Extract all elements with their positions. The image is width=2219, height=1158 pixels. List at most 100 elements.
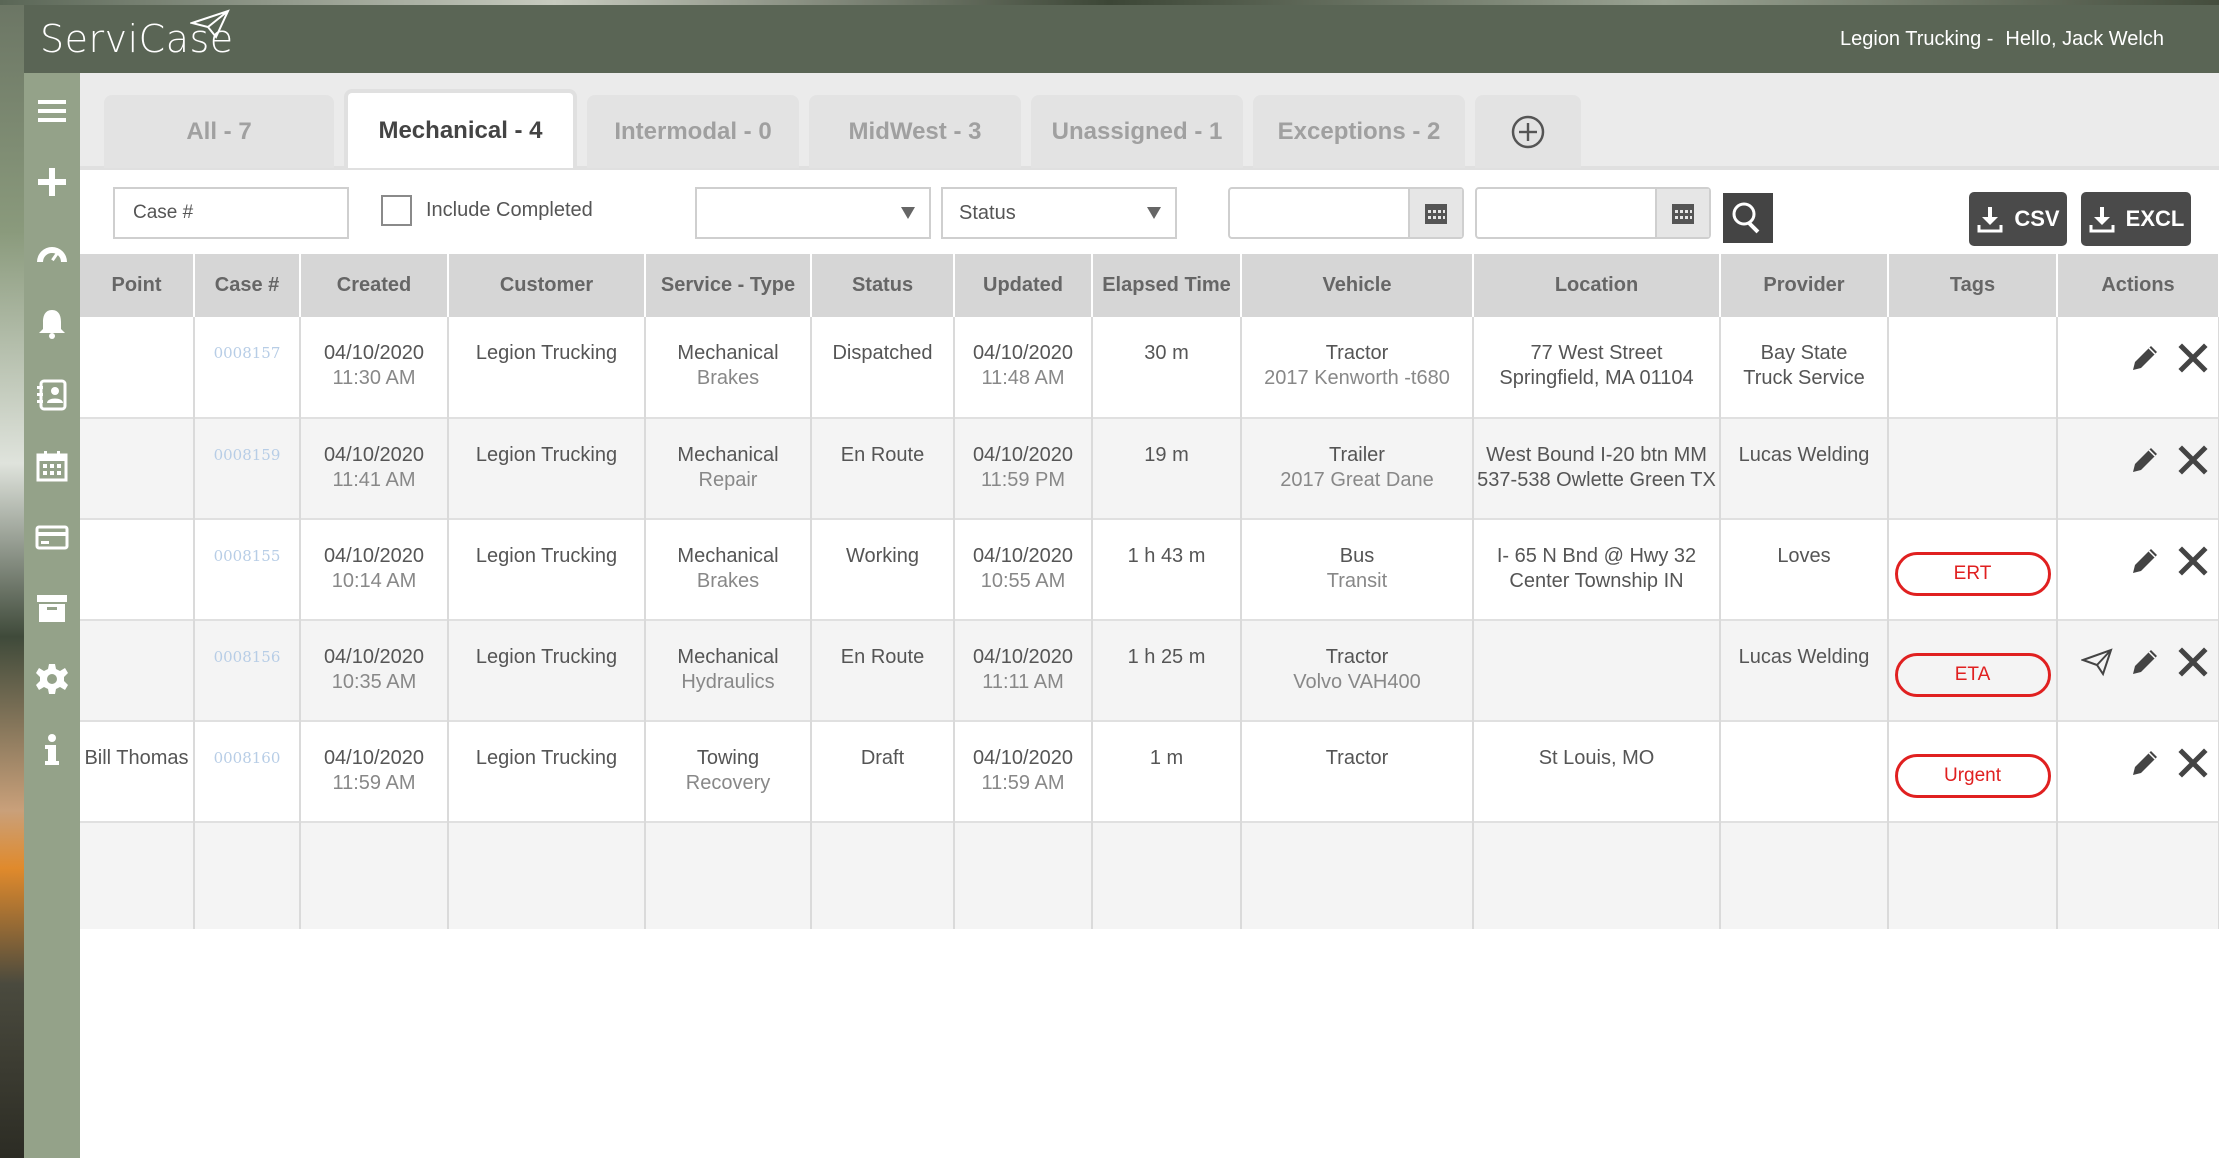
case-number-link[interactable]: 0008157 xyxy=(195,341,299,366)
created-time: 10:35 AM xyxy=(331,671,417,693)
column-header-status[interactable]: Status xyxy=(811,254,955,317)
customer-name: Legion Trucking xyxy=(475,747,618,769)
tag-badge[interactable]: Urgent xyxy=(1894,754,2051,798)
date-from-picker[interactable] xyxy=(1228,187,1464,239)
tags-cell: ERT xyxy=(1888,518,2058,620)
export-csv-button[interactable]: CSV xyxy=(1969,192,2067,246)
status-text: En Route xyxy=(840,646,925,668)
dashboard-gauge-icon[interactable] xyxy=(32,233,72,273)
export-excel-button[interactable]: EXCL xyxy=(2081,192,2191,246)
table-row[interactable]: 0008156 04/10/2020 10:35 AM Legion Trucki… xyxy=(80,619,2219,721)
column-header-location[interactable]: Location xyxy=(1473,254,1721,317)
menu-icon[interactable] xyxy=(32,91,72,131)
edit-button[interactable] xyxy=(2128,746,2162,780)
include-completed-checkbox[interactable] xyxy=(381,195,412,226)
table-row[interactable]: 0008155 04/10/2020 10:14 AM Legion Trucki… xyxy=(80,518,2219,620)
case-number-link[interactable]: 0008160 xyxy=(195,746,299,771)
customer-name: Legion Trucking xyxy=(475,545,618,567)
tag-badge[interactable]: ERT xyxy=(1894,552,2051,596)
column-header-created[interactable]: Created xyxy=(300,254,449,317)
date-from-input[interactable] xyxy=(1230,189,1408,237)
vehicle-detail: Volvo VAH400 xyxy=(1293,671,1421,693)
table-row[interactable]: Bill Thomas 0008160 04/10/2020 11:59 AM L… xyxy=(80,720,2219,822)
add-tab-button[interactable] xyxy=(1475,95,1581,168)
tab-mechanical[interactable]: Mechanical - 4 xyxy=(344,89,577,168)
calendar-button[interactable] xyxy=(1408,189,1462,237)
date-to-input[interactable] xyxy=(1477,189,1655,237)
tab-intermodal[interactable]: Intermodal - 0 xyxy=(587,95,799,168)
tab-midwest[interactable]: MidWest - 3 xyxy=(809,95,1021,168)
company-name: Legion Trucking - xyxy=(1840,27,1994,50)
table-row[interactable]: 0008157 04/10/2020 11:30 AM Legion Trucki… xyxy=(80,317,2219,418)
service-cell: Mechanical Brakes xyxy=(645,317,812,418)
vehicle-type: Tractor xyxy=(1325,342,1389,364)
service-type: Repair xyxy=(698,469,758,491)
pencil-icon xyxy=(2133,346,2157,370)
search-button[interactable] xyxy=(1723,193,1773,243)
case-number-link[interactable]: 0008155 xyxy=(195,544,299,569)
card-icon[interactable] xyxy=(32,517,72,557)
service-cell: Towing Recovery xyxy=(645,720,812,822)
info-icon[interactable] xyxy=(32,730,72,770)
tab-exceptions[interactable]: Exceptions - 2 xyxy=(1253,95,1465,168)
delete-button[interactable] xyxy=(2176,341,2210,375)
close-icon xyxy=(2178,445,2208,475)
delete-button[interactable] xyxy=(2176,443,2210,477)
edit-button[interactable] xyxy=(2128,645,2162,679)
tag-slot: Urgent xyxy=(1889,746,2056,798)
calendar-button[interactable] xyxy=(1655,189,1709,237)
elapsed-time: 19 m xyxy=(1144,444,1189,466)
created-date: 04/10/2020 xyxy=(323,747,425,769)
plus-icon[interactable] xyxy=(32,162,72,202)
edit-button[interactable] xyxy=(2128,341,2162,375)
column-header-vehicle[interactable]: Vehicle xyxy=(1241,254,1474,317)
table-row[interactable]: 0008159 04/10/2020 11:41 AM Legion Trucki… xyxy=(80,417,2219,519)
tags-cell xyxy=(1888,417,2058,519)
app-window: ServiCase Legion Trucking - Hello, Jack … xyxy=(0,0,2219,1158)
column-header-case[interactable]: Case # xyxy=(194,254,301,317)
logo[interactable]: ServiCase xyxy=(40,9,234,61)
archive-icon[interactable] xyxy=(32,588,72,628)
edit-button[interactable] xyxy=(2128,544,2162,578)
filter-bar: Case # Include Completed Status CSV EXCL xyxy=(80,170,2219,254)
filter-dropdown[interactable] xyxy=(695,187,931,239)
column-header-elapsed[interactable]: Elapsed Time xyxy=(1092,254,1242,317)
tab-bar: All - 7 Mechanical - 4 Intermodal - 0 Mi… xyxy=(80,73,2219,170)
column-header-provider[interactable]: Provider xyxy=(1720,254,1889,317)
case-number-link[interactable]: 0008159 xyxy=(195,443,299,468)
cases-table: Point Case # Created Customer Service - … xyxy=(80,254,2219,929)
chevron-down-icon xyxy=(1147,207,1161,219)
column-header-customer[interactable]: Customer xyxy=(448,254,646,317)
service-type: Hydraulics xyxy=(681,671,775,693)
updated-date: 04/10/2020 xyxy=(972,444,1074,466)
greeting-text[interactable]: Hello, Jack Welch xyxy=(2005,28,2164,51)
column-header-tags[interactable]: Tags xyxy=(1888,254,2058,317)
delete-button[interactable] xyxy=(2176,544,2210,578)
app-header: ServiCase Legion Trucking - Hello, Jack … xyxy=(24,5,2219,73)
status-dropdown[interactable]: Status xyxy=(941,187,1177,239)
edit-button[interactable] xyxy=(2128,443,2162,477)
bell-icon[interactable] xyxy=(32,304,72,344)
elapsed-cell: 1 h 25 m xyxy=(1092,619,1242,721)
gear-icon[interactable] xyxy=(32,659,72,699)
column-header-service-type[interactable]: Service - Type xyxy=(645,254,812,317)
delete-button[interactable] xyxy=(2176,746,2210,780)
empty-row xyxy=(80,821,2219,929)
tab-unassigned[interactable]: Unassigned - 1 xyxy=(1031,95,1243,168)
point-cell: Bill Thomas xyxy=(80,720,195,822)
date-to-picker[interactable] xyxy=(1475,187,1711,239)
contacts-icon[interactable] xyxy=(32,375,72,415)
delete-button[interactable] xyxy=(2176,645,2210,679)
tab-all[interactable]: All - 7 xyxy=(104,95,334,168)
tag-badge[interactable]: ETA xyxy=(1894,653,2051,697)
send-button[interactable] xyxy=(2080,645,2114,679)
calendar-icon[interactable] xyxy=(32,446,72,486)
case-number-input[interactable]: Case # xyxy=(113,187,349,239)
customer-cell: Legion Trucking xyxy=(448,317,646,418)
paper-plane-icon xyxy=(2081,648,2113,677)
case-number-link[interactable]: 0008156 xyxy=(195,645,299,670)
paper-plane-logo-icon xyxy=(190,9,230,39)
column-header-point[interactable]: Point xyxy=(80,254,195,317)
customer-cell: Legion Trucking xyxy=(448,518,646,620)
column-header-updated[interactable]: Updated xyxy=(954,254,1093,317)
